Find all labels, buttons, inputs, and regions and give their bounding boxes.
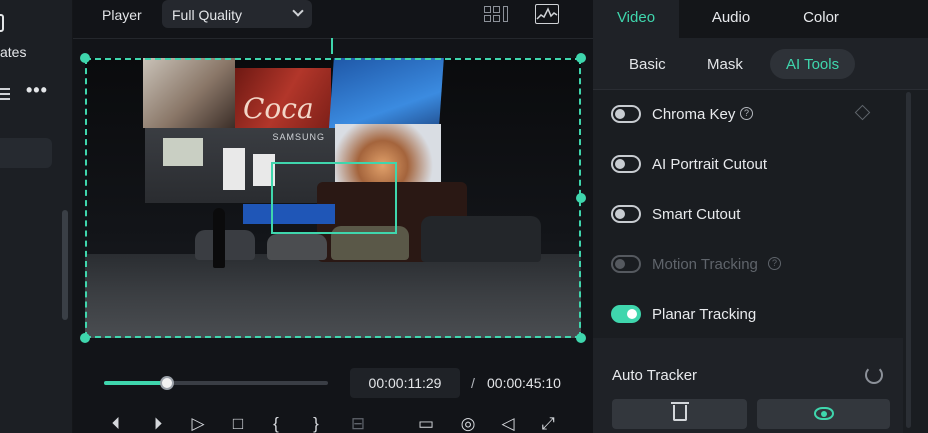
- left-scrollbar[interactable]: [62, 210, 68, 320]
- help-icon[interactable]: ?: [740, 107, 753, 120]
- smart-cutout-label: Smart Cutout: [652, 206, 741, 223]
- current-time[interactable]: 00:00:11:29: [350, 368, 460, 398]
- planar-tracking-row: Planar Tracking: [611, 302, 901, 326]
- left-panel-item[interactable]: [0, 138, 52, 168]
- ai-portrait-toggle[interactable]: [611, 155, 641, 173]
- subtab-basic[interactable]: Basic: [629, 56, 666, 73]
- previous-frame-icon[interactable]: ⏴: [105, 414, 127, 433]
- mark-in-icon[interactable]: {: [265, 414, 287, 433]
- keyframe-icon[interactable]: [854, 104, 871, 121]
- fullscreen-icon[interactable]: ⤢: [537, 414, 559, 433]
- template-icon[interactable]: [0, 14, 4, 32]
- snapshot-icon[interactable]: ◎: [457, 414, 479, 433]
- tab-video[interactable]: Video: [593, 0, 679, 38]
- player-header: Player Full Quality: [73, 0, 593, 30]
- smart-cutout-toggle[interactable]: [611, 205, 641, 223]
- resize-handle[interactable]: [576, 333, 586, 343]
- planar-tracking-toggle[interactable]: [611, 305, 641, 323]
- trash-icon: [670, 402, 689, 421]
- motion-tracking-label: Motion Tracking: [652, 256, 758, 273]
- play-icon[interactable]: ▷: [187, 414, 209, 433]
- list-view-icon[interactable]: [0, 88, 10, 103]
- left-panel: ates •••: [0, 0, 72, 433]
- ai-portrait-row: AI Portrait Cutout: [611, 152, 901, 176]
- total-time: 00:00:45:10: [487, 375, 561, 391]
- next-frame-icon[interactable]: ⏵: [147, 414, 169, 433]
- volume-icon[interactable]: ◁: [497, 414, 519, 433]
- subtab-ai-tools[interactable]: AI Tools: [770, 49, 856, 79]
- waveform-icon[interactable]: [535, 4, 559, 24]
- reset-icon[interactable]: [865, 366, 883, 384]
- motion-tracking-row: Motion Tracking ?: [611, 252, 901, 276]
- rotate-handle[interactable]: [331, 38, 333, 54]
- help-icon: ?: [768, 257, 781, 270]
- preview-button[interactable]: [757, 399, 890, 429]
- tab-audio[interactable]: Audio: [689, 0, 773, 38]
- templates-label[interactable]: ates: [0, 44, 26, 60]
- display-icon[interactable]: ▭: [415, 414, 437, 433]
- resize-handle[interactable]: [80, 333, 90, 343]
- auto-tracker-label: Auto Tracker: [612, 367, 698, 384]
- player-panel: Player Full Quality Coca SAMSUNG 00:00:1…: [73, 0, 593, 433]
- smart-cutout-row: Smart Cutout: [611, 202, 901, 226]
- time-separator: /: [471, 375, 475, 391]
- progress-knob[interactable]: [159, 376, 174, 390]
- player-label: Player: [102, 7, 142, 23]
- progress-fill: [104, 381, 167, 385]
- property-tabs: Video Audio Color: [593, 0, 928, 38]
- chroma-key-row: Chroma Key ?: [611, 102, 901, 126]
- motion-tracking-toggle: [611, 255, 641, 273]
- insert-icon[interactable]: ⊟: [347, 414, 369, 433]
- eye-icon: [813, 407, 834, 420]
- right-scrollbar[interactable]: [906, 92, 911, 428]
- tab-color[interactable]: Color: [779, 0, 863, 38]
- ai-portrait-label: AI Portrait Cutout: [652, 156, 768, 173]
- video-subtabs: Basic Mask AI Tools: [593, 38, 928, 90]
- chroma-key-label: Chroma Key: [652, 106, 736, 123]
- playback-controls: ⏴ ⏵ ▷ □ { } ⊟ ▭ ◎ ◁ ⤢: [103, 414, 573, 433]
- progress-slider[interactable]: [104, 376, 328, 390]
- auto-tracker-section: Auto Tracker: [593, 338, 903, 433]
- resize-handle[interactable]: [576, 53, 586, 63]
- resize-handle[interactable]: [80, 53, 90, 63]
- header-divider: [73, 38, 593, 39]
- selection-frame[interactable]: [85, 58, 581, 338]
- quality-dropdown[interactable]: Full Quality: [162, 0, 312, 28]
- subtab-mask[interactable]: Mask: [707, 56, 743, 73]
- stop-icon[interactable]: □: [227, 414, 249, 433]
- grid-view-icon[interactable]: [484, 6, 510, 23]
- more-options-icon[interactable]: •••: [26, 80, 48, 101]
- mark-out-icon[interactable]: }: [305, 414, 327, 433]
- chroma-key-toggle[interactable]: [611, 105, 641, 123]
- delete-button[interactable]: [612, 399, 747, 429]
- properties-panel: Video Audio Color Basic Mask AI Tools Ch…: [593, 0, 928, 433]
- quality-value: Full Quality: [172, 7, 243, 23]
- chevron-down-icon: [292, 5, 304, 17]
- planar-tracking-label: Planar Tracking: [652, 306, 757, 323]
- resize-handle[interactable]: [576, 193, 586, 203]
